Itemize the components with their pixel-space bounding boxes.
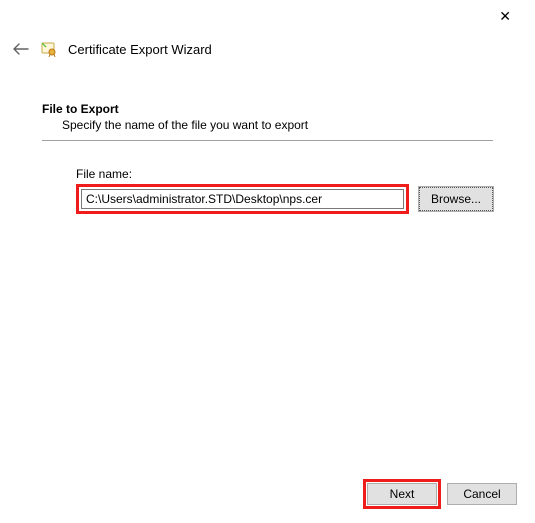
next-button-highlight: Next (363, 479, 441, 509)
next-button[interactable]: Next (367, 483, 437, 505)
divider (42, 140, 493, 141)
browse-button[interactable]: Browse... (419, 187, 493, 211)
titlebar: ✕ (0, 0, 535, 32)
certificate-icon (40, 40, 58, 58)
wizard-header: Certificate Export Wizard (0, 32, 535, 66)
wizard-footer: Next Cancel (363, 479, 517, 509)
filename-input-highlight (76, 184, 409, 214)
close-icon[interactable]: ✕ (491, 5, 519, 27)
filename-label: File name: (76, 167, 493, 181)
back-arrow-icon[interactable] (12, 42, 30, 56)
filename-input[interactable] (81, 189, 404, 209)
filename-row: Browse... (76, 184, 493, 214)
cancel-button[interactable]: Cancel (447, 483, 517, 505)
section-subtext: Specify the name of the file you want to… (62, 118, 493, 132)
wizard-title: Certificate Export Wizard (68, 42, 212, 57)
wizard-content: File to Export Specify the name of the f… (0, 66, 535, 214)
filename-block: File name: Browse... (42, 167, 493, 214)
section-heading: File to Export (42, 102, 493, 116)
